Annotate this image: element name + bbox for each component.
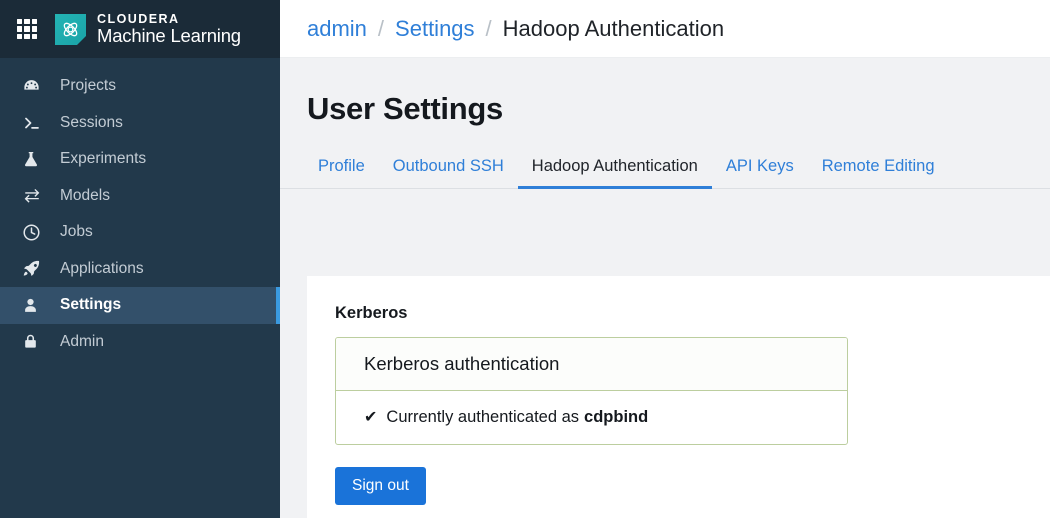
- sidebar-item-settings[interactable]: Settings: [0, 287, 280, 324]
- sidebar-item-label: Applications: [60, 259, 144, 277]
- hadoop-auth-card: Kerberos Kerberos authentication ✔ Curre…: [307, 276, 1050, 518]
- kerberos-status-user: cdpbind: [584, 408, 649, 426]
- brand-name-bottom: Machine Learning: [97, 25, 241, 47]
- tab-remote-editing[interactable]: Remote Editing: [808, 157, 949, 188]
- settings-tabs: Profile Outbound SSH Hadoop Authenticati…: [280, 147, 1050, 189]
- main-content: admin / Settings / Hadoop Authentication…: [280, 0, 1050, 518]
- lock-icon: [22, 332, 48, 352]
- breadcrumb-item-current: Hadoop Authentication: [502, 15, 725, 41]
- sign-out-button[interactable]: Sign out: [335, 467, 426, 505]
- brand-bar: CLOUDERA Machine Learning: [0, 0, 280, 58]
- sidebar: CLOUDERA Machine Learning Projects Sessi…: [0, 0, 280, 518]
- sidebar-item-applications[interactable]: Applications: [0, 251, 280, 288]
- sidebar-item-label: Experiments: [60, 150, 147, 168]
- tab-hadoop-authentication[interactable]: Hadoop Authentication: [517, 157, 712, 189]
- sidebar-item-projects[interactable]: Projects: [0, 68, 280, 105]
- terminal-prompt-icon: [22, 113, 48, 133]
- check-icon: ✔: [364, 408, 378, 426]
- sidebar-item-label: Models: [60, 186, 110, 204]
- page-body: User Settings Profile Outbound SSH Hadoo…: [280, 58, 1050, 518]
- tab-outbound-ssh[interactable]: Outbound SSH: [379, 157, 518, 188]
- breadcrumb: admin / Settings / Hadoop Authentication: [280, 0, 1050, 58]
- brand-name: CLOUDERA Machine Learning: [97, 12, 241, 47]
- rocket-icon: [22, 259, 48, 279]
- exchange-arrows-icon: [22, 186, 48, 206]
- cloudera-atom-logo-icon[interactable]: [55, 13, 86, 45]
- kerberos-panel-title: Kerberos authentication: [336, 338, 847, 391]
- sidebar-item-label: Admin: [60, 332, 104, 350]
- sidebar-item-experiments[interactable]: Experiments: [0, 141, 280, 178]
- grid-apps-icon[interactable]: [17, 19, 37, 39]
- page-title: User Settings: [307, 91, 503, 126]
- breadcrumb-item-admin[interactable]: admin: [307, 16, 367, 42]
- sidebar-nav: Projects Sessions Experiments Models Job…: [0, 58, 280, 360]
- sidebar-item-models[interactable]: Models: [0, 178, 280, 215]
- breadcrumb-separator: /: [485, 15, 492, 41]
- tab-profile[interactable]: Profile: [304, 157, 379, 188]
- kerberos-status-row: ✔ Currently authenticated as cdpbind: [336, 391, 847, 444]
- app-root: CLOUDERA Machine Learning Projects Sessi…: [0, 0, 1050, 518]
- sidebar-item-label: Projects: [60, 77, 116, 95]
- sidebar-item-sessions[interactable]: Sessions: [0, 105, 280, 142]
- sidebar-item-label: Sessions: [60, 113, 123, 131]
- sidebar-item-jobs[interactable]: Jobs: [0, 214, 280, 251]
- flask-icon: [22, 149, 48, 169]
- breadcrumb-item-settings[interactable]: Settings: [395, 16, 475, 42]
- sidebar-item-label: Settings: [60, 296, 122, 314]
- clock-icon: [22, 222, 48, 242]
- kerberos-status-panel: Kerberos authentication ✔ Currently auth…: [335, 337, 848, 445]
- sidebar-item-label: Jobs: [60, 223, 93, 241]
- sidebar-item-admin[interactable]: Admin: [0, 324, 280, 361]
- tab-api-keys[interactable]: API Keys: [712, 157, 808, 188]
- kerberos-section-label: Kerberos: [335, 304, 408, 322]
- dashboard-gauge-icon: [22, 76, 48, 96]
- user-person-icon: [22, 295, 48, 315]
- kerberos-status-text: Currently authenticated as: [386, 408, 580, 426]
- breadcrumb-separator: /: [377, 15, 385, 41]
